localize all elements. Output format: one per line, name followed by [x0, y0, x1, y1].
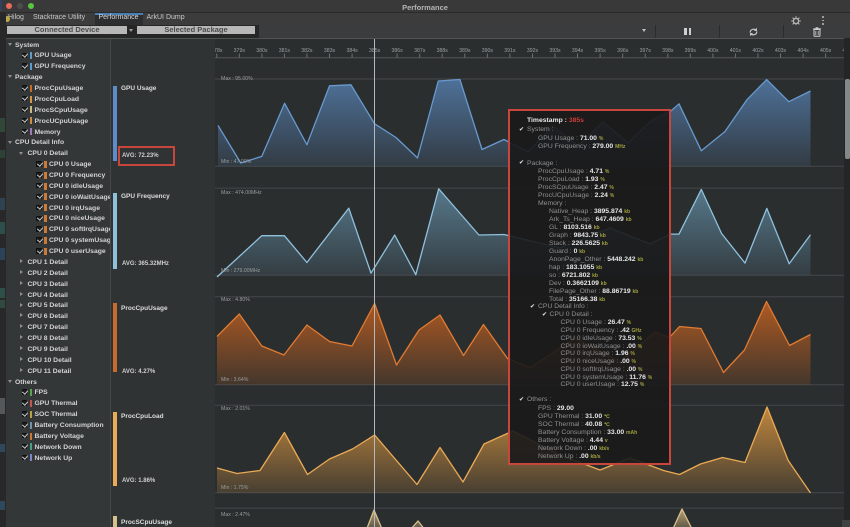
svg-text:400s: 400s: [707, 48, 719, 54]
svg-text:394s: 394s: [572, 48, 584, 54]
svg-text:378s: 378s: [215, 48, 223, 54]
svg-text:380s: 380s: [256, 48, 268, 54]
svg-text:402s: 402s: [752, 48, 764, 54]
svg-text:404s: 404s: [797, 48, 809, 54]
svg-text:393s: 393s: [549, 48, 561, 54]
svg-text:379s: 379s: [234, 48, 246, 54]
svg-text:390s: 390s: [482, 48, 494, 54]
svg-text:382s: 382s: [301, 48, 313, 54]
svg-text:388s: 388s: [437, 48, 449, 54]
svg-text:403s: 403s: [775, 48, 787, 54]
svg-text:383s: 383s: [324, 48, 336, 54]
svg-text:399s: 399s: [685, 48, 697, 54]
svg-text:405s: 405s: [820, 48, 832, 54]
svg-text:391s: 391s: [504, 48, 516, 54]
svg-text:398s: 398s: [662, 48, 674, 54]
svg-text:387s: 387s: [414, 48, 426, 54]
svg-text:401s: 401s: [730, 48, 742, 54]
svg-text:386s: 386s: [391, 48, 403, 54]
svg-text:395s: 395s: [594, 48, 606, 54]
svg-text:384s: 384s: [346, 48, 358, 54]
svg-text:381s: 381s: [279, 48, 291, 54]
svg-text:392s: 392s: [527, 48, 539, 54]
svg-text:389s: 389s: [459, 48, 471, 54]
svg-text:396s: 396s: [617, 48, 629, 54]
svg-text:397s: 397s: [640, 48, 652, 54]
